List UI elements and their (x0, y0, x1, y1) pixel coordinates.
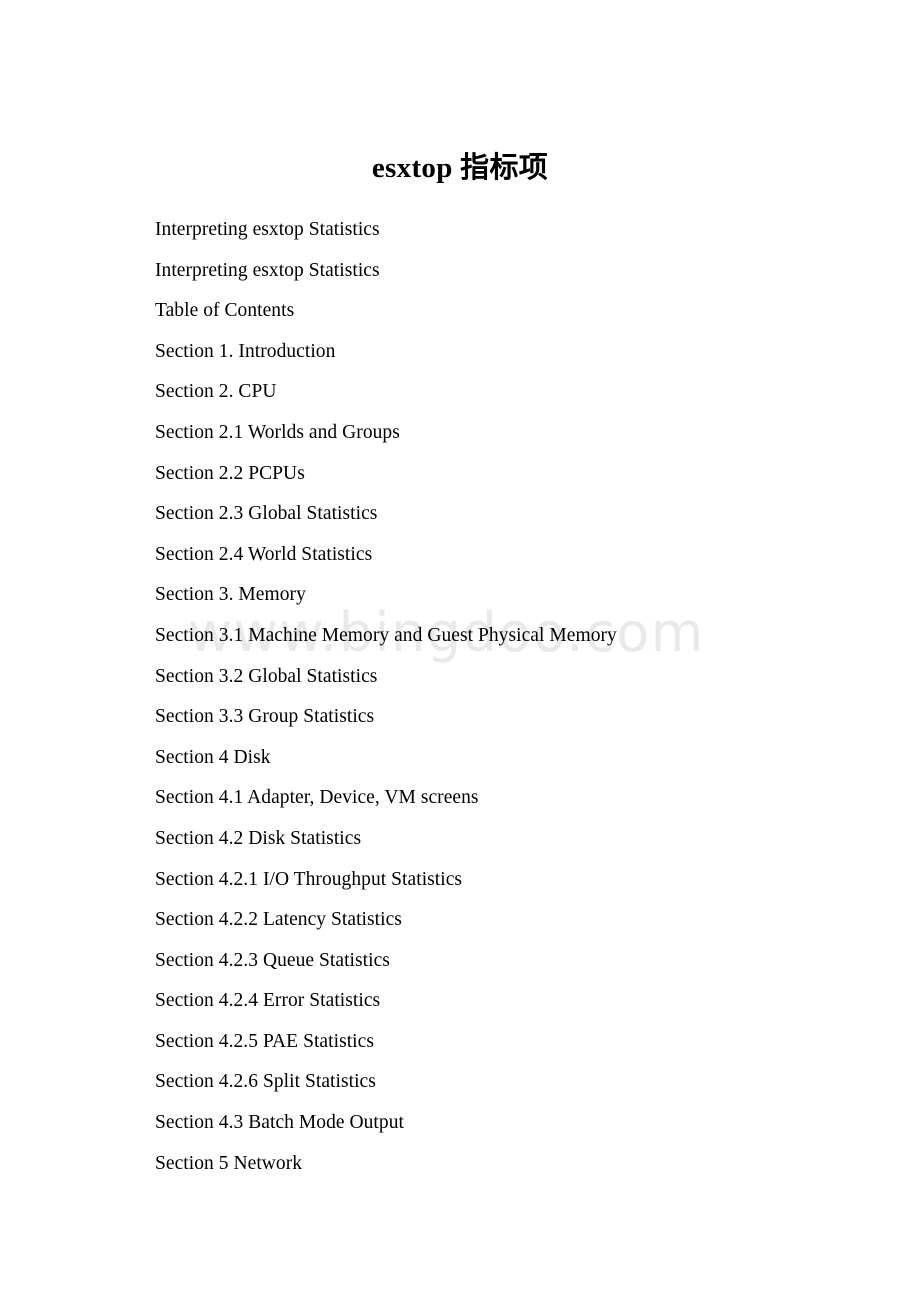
list-item: Interpreting esxtop Statistics (155, 219, 380, 240)
list-item: Section 2.1 Worlds and Groups (155, 421, 400, 443)
list-item: Section 5 Network (155, 1152, 303, 1174)
table-of-contents-list: Interpreting esxtop Statistics Interpret… (155, 210, 855, 1184)
list-item: Section 2.3 Global Statistics (155, 503, 378, 525)
page-title: esxtop 指标项 (371, 152, 549, 184)
list-item: Section 3. Memory (155, 584, 306, 606)
list-item: Table of Contents (155, 300, 295, 322)
document-page: www.bingdoo.com esxtop 指标项 Interpreting … (0, 0, 920, 1302)
list-item: Section 4.2.2 Latency Statistics (155, 909, 402, 931)
list-item: Section 3.3 Group Statistics (155, 706, 375, 728)
list-item: Section 4.2.3 Queue Statistics (155, 949, 390, 971)
list-item: Section 4.2.5 PAE Statistics (155, 1030, 374, 1052)
list-item: Section 1. Introduction (155, 340, 336, 362)
list-item: Section 2.2 PCPUs (155, 462, 305, 484)
list-item: Section 3.1 Machine Memory and Guest Phy… (155, 624, 617, 646)
list-item: Section 4.1 Adapter, Device, VM screens (155, 787, 479, 809)
list-item: Section 4.2.4 Error Statistics (155, 990, 381, 1012)
list-item: Section 3.2 Global Statistics (155, 665, 378, 687)
list-item: Section 2. CPU (155, 381, 277, 403)
list-item: Section 4 Disk (155, 746, 271, 768)
list-item: Section 4.2.1 I/O Throughput Statistics (155, 868, 463, 890)
list-item: Section 2.4 World Statistics (155, 543, 373, 565)
list-item: Section 4.3 Batch Mode Output (155, 1112, 404, 1134)
list-item: Section 4.2.6 Split Statistics (155, 1071, 376, 1093)
list-item: Section 4.2 Disk Statistics (155, 827, 362, 849)
list-item: Interpreting esxtop Statistics (155, 259, 380, 281)
